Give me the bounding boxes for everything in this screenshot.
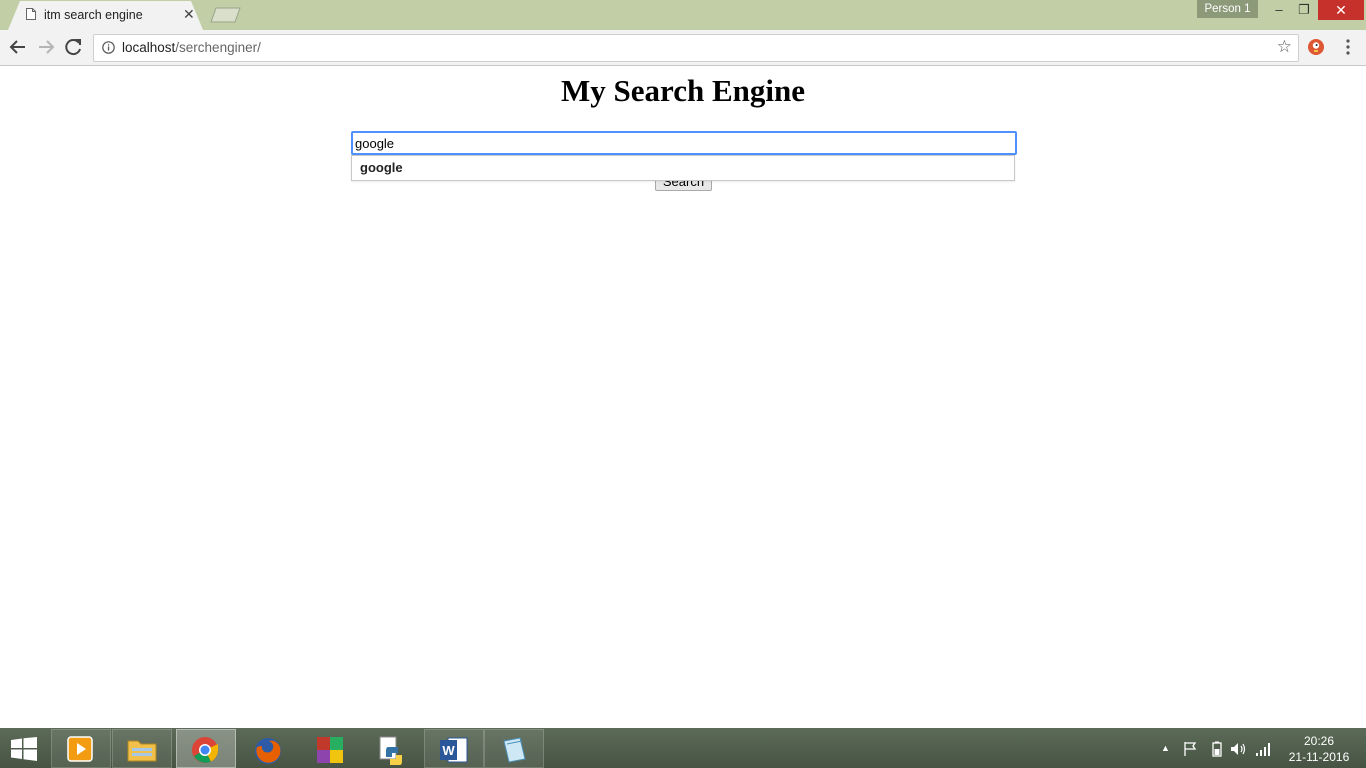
page-icon <box>26 8 36 20</box>
browser-titlebar: itm search engine ✕ Person 1 – ❐ ✕ <box>0 0 1366 30</box>
profile-button[interactable]: Person 1 <box>1197 0 1258 18</box>
browser-toolbar: localhost/serchenginer/ ☆ <box>0 30 1366 66</box>
info-icon[interactable] <box>102 41 115 54</box>
restore-button[interactable]: ❐ <box>1291 0 1317 20</box>
url-path: /serchenginer/ <box>175 40 261 55</box>
taskbar-app-notepad[interactable] <box>484 729 544 768</box>
address-bar[interactable]: localhost/serchenginer/ ☆ <box>93 34 1299 62</box>
tray-overflow-icon[interactable]: ▲ <box>1161 743 1170 753</box>
taskbar-app-python[interactable] <box>362 729 422 768</box>
volume-icon[interactable] <box>1230 741 1248 757</box>
search-input[interactable] <box>351 131 1017 155</box>
windows-taskbar: W ▲ 20:26 21-11-2016 <box>0 728 1366 768</box>
tab-close-icon[interactable]: ✕ <box>183 6 195 23</box>
browser-menu-icon[interactable] <box>1342 38 1354 56</box>
close-window-button[interactable]: ✕ <box>1318 0 1364 20</box>
taskbar-app-file-explorer[interactable] <box>112 729 172 768</box>
taskbar-app-media-player[interactable] <box>51 729 111 768</box>
back-arrow-icon[interactable] <box>6 36 30 58</box>
winrar-icon <box>317 737 343 763</box>
action-center-flag-icon[interactable] <box>1183 741 1199 757</box>
file-explorer-icon <box>127 740 157 762</box>
bookmark-star-icon[interactable]: ☆ <box>1277 37 1292 57</box>
new-tab-button[interactable] <box>210 7 242 23</box>
forward-arrow-icon[interactable] <box>34 36 58 58</box>
word-icon: W <box>440 737 468 763</box>
autocomplete-suggestion[interactable]: google <box>360 160 403 175</box>
reload-icon[interactable] <box>62 36 86 58</box>
taskbar-app-word[interactable]: W <box>424 729 484 768</box>
firefox-icon <box>255 738 281 764</box>
python-icon <box>379 736 402 765</box>
duckduckgo-extension-icon[interactable] <box>1307 38 1325 56</box>
autocomplete-dropdown: google <box>351 155 1015 181</box>
battery-icon[interactable] <box>1211 741 1223 757</box>
chrome-icon <box>192 737 218 763</box>
page-title: My Search Engine <box>561 73 805 108</box>
url-text[interactable]: localhost/serchenginer/ <box>122 40 261 55</box>
taskbar-clock[interactable]: 20:26 21-11-2016 <box>1283 733 1355 765</box>
tab-title: itm search engine <box>44 8 143 22</box>
taskbar-app-winrar[interactable] <box>300 729 360 768</box>
minimize-button[interactable]: – <box>1266 0 1292 20</box>
url-host: localhost <box>122 40 176 55</box>
network-signal-icon[interactable] <box>1255 741 1271 757</box>
notepad-icon <box>503 737 526 763</box>
taskbar-app-chrome[interactable] <box>176 729 236 768</box>
clock-date: 21-11-2016 <box>1288 750 1350 764</box>
taskbar-app-firefox[interactable] <box>238 729 298 768</box>
clock-time: 20:26 <box>1303 734 1335 748</box>
media-player-icon <box>67 736 93 762</box>
windows-start-icon[interactable] <box>10 737 38 761</box>
svg-text:W: W <box>442 743 455 758</box>
